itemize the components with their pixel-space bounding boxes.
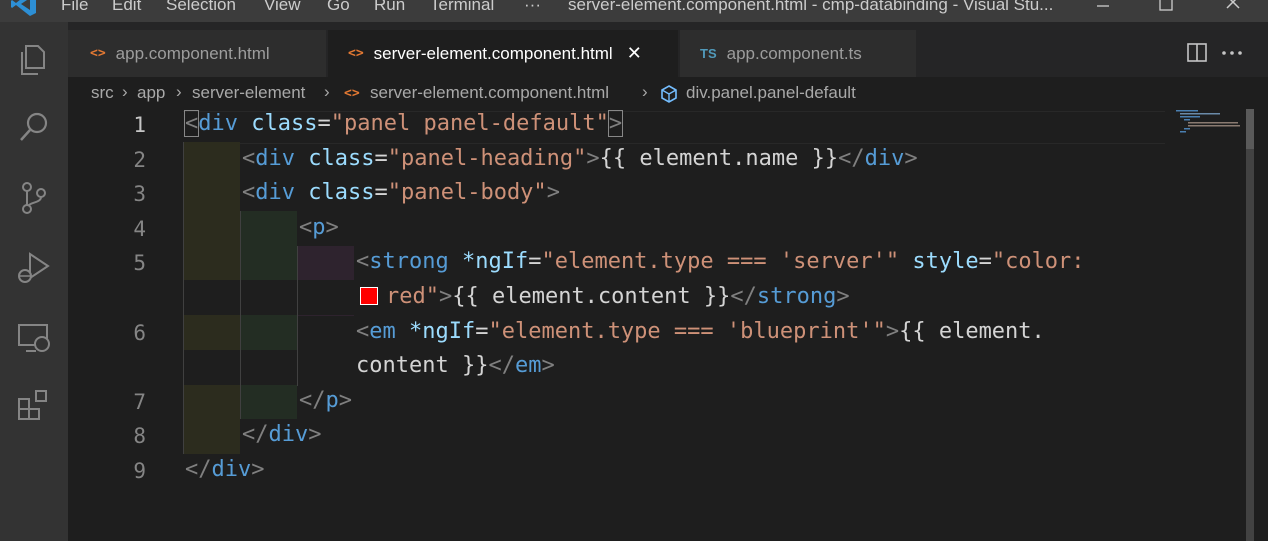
- color-swatch[interactable]: [360, 287, 378, 305]
- chevron-right-icon: ›: [642, 82, 648, 101]
- chevron-right-icon: ›: [122, 82, 128, 101]
- run-debug-icon[interactable]: [14, 248, 54, 288]
- menu-edit[interactable]: Edit: [112, 0, 141, 15]
- chevron-right-icon: ›: [176, 82, 182, 101]
- more-actions-icon[interactable]: [1220, 42, 1244, 64]
- menu-go[interactable]: Go: [327, 0, 350, 15]
- code-line-6-wrap[interactable]: content }}</em>: [356, 353, 555, 378]
- breadcrumb-server-element[interactable]: server-element: [192, 83, 305, 103]
- tab-label: app.component.ts: [726, 43, 862, 63]
- menu-view[interactable]: View: [264, 0, 301, 15]
- vscode-logo-icon: [11, 0, 36, 16]
- code-editor[interactable]: 1 2 3 4 5 6 7 8 9 <div class="panel pane…: [68, 110, 1268, 541]
- indent-band-2: [240, 211, 297, 419]
- code-line-8[interactable]: </div>: [242, 422, 322, 447]
- indent-guide: [240, 211, 241, 419]
- menu-run[interactable]: Run: [374, 0, 405, 15]
- split-editor-icon[interactable]: [1186, 42, 1208, 64]
- line-number: 6: [133, 321, 146, 345]
- line-number: 4: [133, 217, 146, 241]
- line-number: 5: [133, 251, 146, 275]
- breadcrumb-element[interactable]: div.panel.panel-default: [686, 83, 856, 103]
- maximize-icon[interactable]: [1143, 0, 1189, 20]
- line-number: 9: [133, 459, 146, 483]
- breadcrumb-file[interactable]: server-element.component.html: [370, 83, 609, 103]
- minimap[interactable]: [1172, 109, 1242, 133]
- title-bar: File Edit Selection View Go Run Terminal…: [0, 0, 1268, 22]
- code-line-1[interactable]: <div class="panel panel-default">: [183, 110, 624, 137]
- activity-bar: [0, 22, 68, 541]
- tab-app-component-html[interactable]: <> app.component.html: [68, 30, 326, 77]
- code-line-9[interactable]: </div>: [185, 457, 265, 482]
- chevron-right-icon: ›: [324, 82, 330, 101]
- tab-app-component-ts[interactable]: TS app.component.ts: [680, 30, 916, 77]
- line-number: 2: [133, 148, 146, 172]
- menu-more[interactable]: ···: [524, 0, 541, 15]
- html-file-icon: <>: [344, 86, 360, 101]
- breadcrumb-src[interactable]: src: [91, 83, 114, 103]
- remote-explorer-icon[interactable]: [14, 318, 54, 358]
- tab-label: app.component.html: [115, 43, 270, 63]
- extensions-icon[interactable]: [14, 386, 54, 426]
- indent-band-wrap-5: [297, 280, 354, 315]
- code-line-6[interactable]: <em *ngIf="element.type === 'blueprint'"…: [356, 319, 1045, 344]
- indent-band-wrap-4: [240, 350, 297, 385]
- html-file-icon: <>: [348, 46, 364, 61]
- indent-band-wrap-3: [240, 280, 297, 315]
- explorer-icon[interactable]: [14, 40, 54, 80]
- code-line-4[interactable]: <p>: [299, 215, 339, 240]
- source-control-icon[interactable]: [14, 178, 54, 218]
- menu-file[interactable]: File: [61, 0, 88, 15]
- breadcrumb-app[interactable]: app: [137, 83, 165, 103]
- menu-terminal[interactable]: Terminal: [430, 0, 494, 15]
- minimize-icon[interactable]: [1080, 0, 1126, 20]
- code-line-5[interactable]: <strong *ngIf="element.type === 'server'…: [356, 249, 1085, 274]
- editor-tabs: <> app.component.html <> server-element.…: [68, 22, 1268, 77]
- close-window-icon[interactable]: [1210, 0, 1256, 20]
- scrollbar-thumb[interactable]: [1246, 109, 1254, 149]
- indent-guide: [297, 246, 298, 386]
- search-icon[interactable]: [14, 108, 54, 148]
- line-number: 7: [133, 390, 146, 414]
- code-line-2[interactable]: <div class="panel-heading">{{ element.na…: [242, 146, 918, 171]
- window-title: server-element.component.html - cmp-data…: [568, 0, 1054, 14]
- tab-label: server-element.component.html: [373, 43, 613, 63]
- indent-guide: [183, 142, 184, 454]
- indent-band-wrap-1: [183, 280, 240, 315]
- line-number: 8: [133, 424, 146, 448]
- html-file-icon: <>: [90, 46, 106, 61]
- line-number: 3: [133, 182, 146, 206]
- breadcrumb: src › app › server-element › <> server-e…: [68, 77, 1268, 111]
- indent-band-wrap-6: [297, 350, 354, 385]
- close-tab-icon[interactable]: ✕: [627, 43, 642, 64]
- vertical-scrollbar[interactable]: [1246, 109, 1254, 541]
- menu-selection[interactable]: Selection: [166, 0, 236, 15]
- element-cube-icon: [661, 85, 677, 103]
- indent-band-wrap-2: [183, 350, 240, 385]
- code-line-5-wrap[interactable]: red">{{ element.content }}</strong>: [386, 284, 850, 309]
- code-line-7[interactable]: </p>: [299, 388, 352, 413]
- line-number: 1: [133, 113, 146, 137]
- typescript-file-icon: TS: [700, 46, 717, 61]
- code-line-3[interactable]: <div class="panel-body">: [242, 180, 560, 205]
- tab-server-element-component-html[interactable]: <> server-element.component.html ✕: [328, 30, 678, 77]
